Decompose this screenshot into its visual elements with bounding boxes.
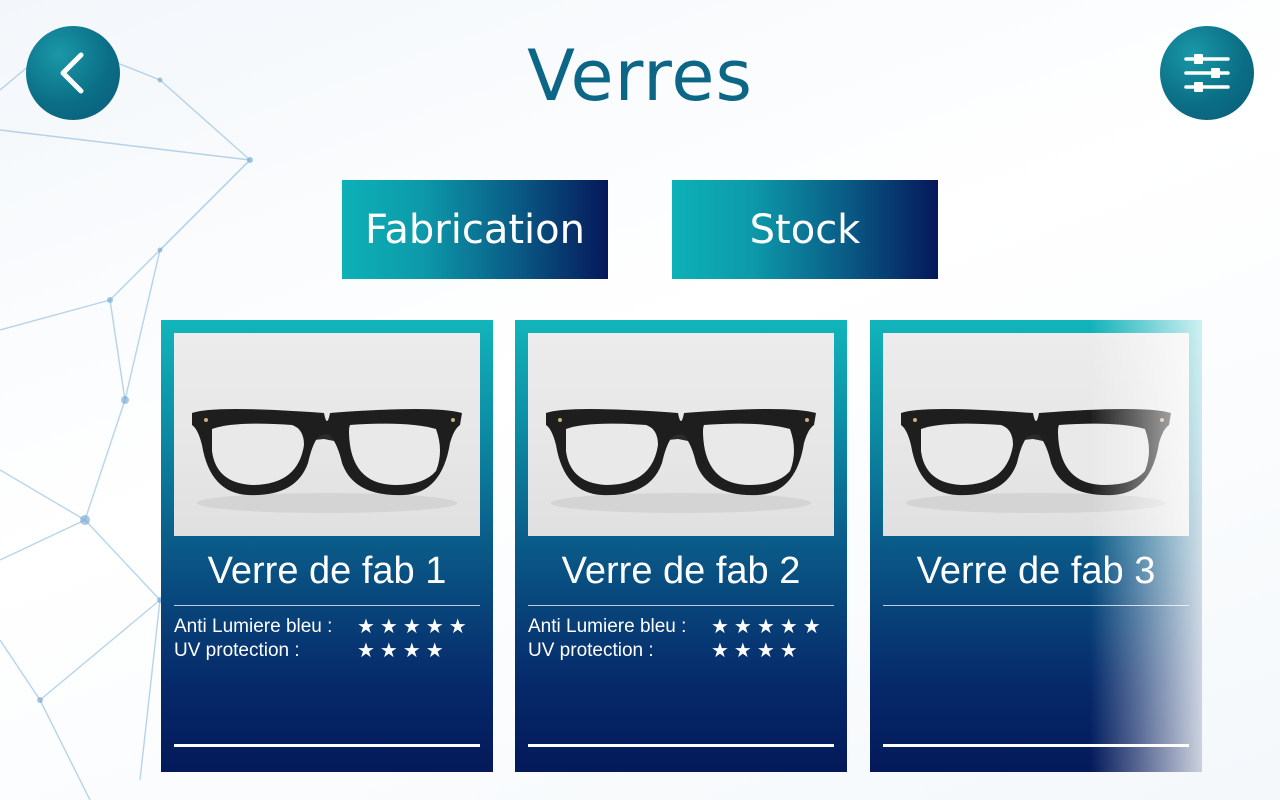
star-rating: ★★★★ — [711, 638, 803, 662]
rating-label: UV protection : — [174, 640, 300, 661]
glasses-image — [883, 333, 1189, 536]
divider — [174, 744, 480, 747]
sliders-icon — [1184, 54, 1230, 92]
divider — [174, 605, 480, 606]
divider — [528, 744, 834, 747]
card-title: Verre de fab 2 — [561, 550, 801, 592]
divider — [883, 605, 1189, 606]
tab-stock[interactable]: Stock — [672, 180, 938, 279]
app-screen: Verres Fabrication Stock Verre de fab 1 … — [0, 0, 1280, 800]
divider — [883, 744, 1189, 747]
card-title: Verre de fab 3 — [916, 550, 1156, 592]
rating-label: UV protection : — [528, 640, 654, 661]
product-card[interactable]: Verre de fab 1 Anti Lumiere bleu : ★★★★★… — [161, 320, 493, 772]
product-card[interactable]: Verre de fab 2 Anti Lumiere bleu : ★★★★★… — [515, 320, 847, 772]
star-rating: ★★★★ — [357, 638, 449, 662]
glasses-image — [528, 333, 834, 536]
star-rating: ★★★★★ — [711, 614, 826, 638]
star-rating: ★★★★★ — [357, 614, 472, 638]
rating-label: Anti Lumiere bleu : — [528, 616, 687, 637]
page-title: Verres — [527, 35, 753, 117]
product-card[interactable]: Verre de fab 3 — [870, 320, 1202, 772]
rating-label: Anti Lumiere bleu : — [174, 616, 333, 637]
glasses-image — [174, 333, 480, 536]
card-title: Verre de fab 1 — [207, 550, 447, 592]
tab-fabrication[interactable]: Fabrication — [342, 180, 608, 279]
filter-button[interactable] — [1160, 26, 1254, 120]
divider — [528, 605, 834, 606]
